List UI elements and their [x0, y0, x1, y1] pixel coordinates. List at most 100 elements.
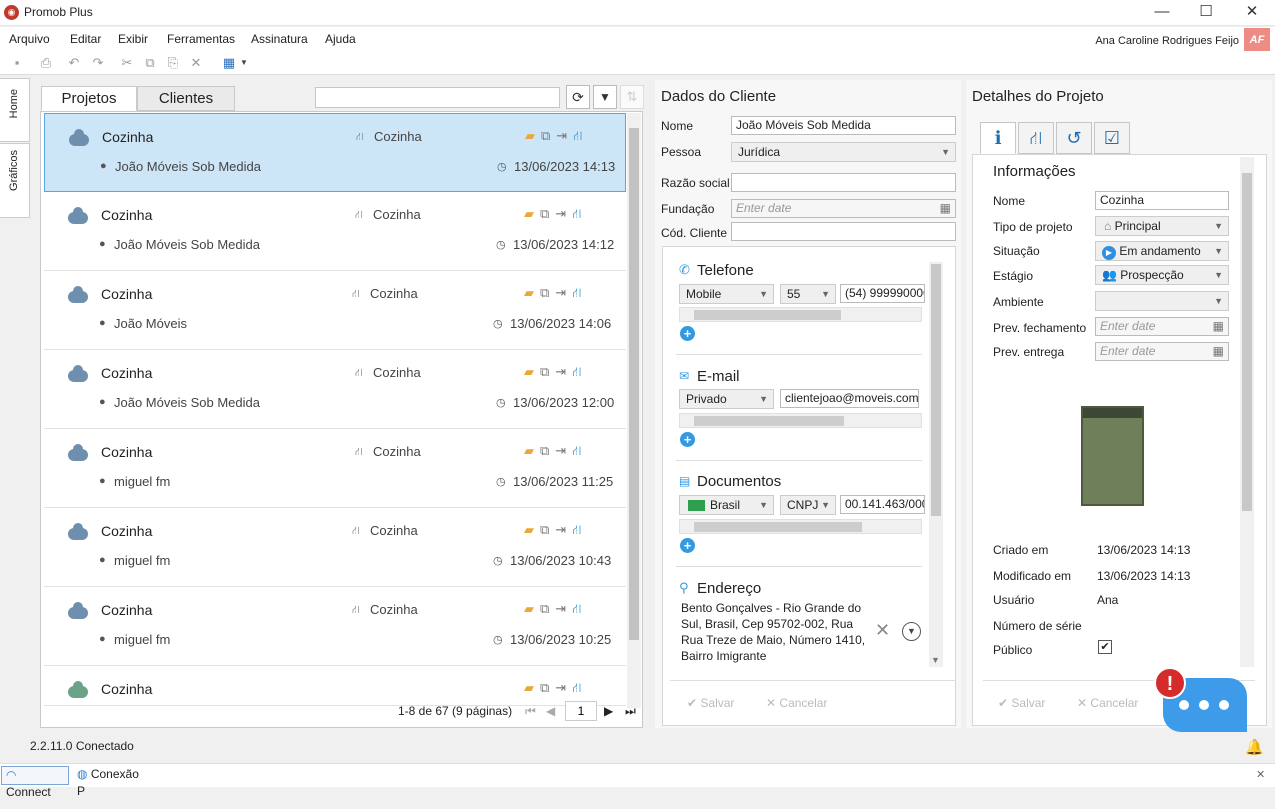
list-item[interactable]: Cozinha ▰⧉⇥⛙ [44, 666, 626, 706]
calendar-icon[interactable]: ▦ [1213, 319, 1224, 334]
copy-icon[interactable]: ⧉ [540, 206, 555, 221]
document-hscroll-thumb[interactable] [694, 522, 862, 532]
client-razao-field[interactable] [731, 173, 956, 192]
client-pessoa-select[interactable]: Jurídica ▼ [731, 142, 956, 162]
email-field[interactable]: clientejoao@moveis.com [780, 389, 919, 408]
close-button[interactable]: ✕ [1229, 0, 1275, 26]
undo-icon[interactable]: ↶ [66, 55, 82, 71]
document-country-select[interactable]: Brasil ▼ [679, 495, 774, 515]
prev-entrega-field[interactable]: Enter date ▦ [1095, 342, 1229, 361]
folder-icon[interactable]: ▰ [524, 285, 540, 300]
tab-info[interactable]: ℹ [980, 122, 1016, 154]
list-item[interactable]: Cozinha ⛙ Cozinha ▰⧉⇥⛙ ● miguel fm ◷ 13/06/2023… [44, 508, 626, 587]
calendar-icon[interactable]: ▦ [1213, 344, 1224, 359]
document-hscroll[interactable] [679, 519, 922, 534]
folder-icon[interactable]: ▰ [524, 680, 540, 695]
folder-icon[interactable]: ▰ [524, 206, 540, 221]
project-stage-select[interactable]: 👥 Prospecção ▼ [1095, 265, 1229, 285]
export-icon[interactable]: ⇥ [555, 285, 572, 300]
sort-button[interactable]: ⇅ [620, 85, 644, 109]
close-panel-icon[interactable]: ✕ [1256, 768, 1265, 781]
bottom-tab-conexao[interactable]: ◍ Conexão P [73, 766, 153, 798]
delete-icon[interactable]: ✕ [188, 55, 204, 71]
tab-projetos[interactable]: Projetos [41, 86, 137, 111]
remove-address-icon[interactable]: ✕ [875, 620, 890, 641]
copy-icon[interactable]: ⧉ [540, 285, 555, 300]
info-scroll-thumb[interactable] [1242, 173, 1252, 511]
next-page-icon[interactable]: ▶ [604, 704, 613, 718]
phone-hscroll[interactable] [679, 307, 922, 322]
layout-icon[interactable]: ▦ [221, 55, 237, 71]
document-number-field[interactable]: 00.141.463/000 [840, 495, 925, 514]
email-hscroll[interactable] [679, 413, 922, 428]
list-item[interactable]: Cozinha ⛙ Cozinha ▰⧉⇥⛙ ● João Móveis Sob Medi… [44, 192, 626, 271]
tab-checklist[interactable]: ☑ [1094, 122, 1130, 154]
project-ambiente-select[interactable]: ▼ [1095, 291, 1229, 311]
expand-address-icon[interactable]: ▼ [902, 622, 921, 641]
maximize-button[interactable]: ☐ [1183, 0, 1229, 26]
client-name-field[interactable]: João Móveis Sob Medida [731, 116, 956, 135]
last-page-icon[interactable]: ⏭ [625, 704, 636, 719]
cut-icon[interactable]: ✂ [119, 55, 135, 71]
list-item[interactable]: Cozinha ⛙ Cozinha ▰⧉⇥⛙ ● miguel fm ◷ 13/06/2023… [44, 587, 626, 666]
share-icon[interactable]: ⛙ [572, 443, 587, 458]
client-fundacao-field[interactable]: Enter date ▦ [731, 199, 956, 218]
list-item[interactable]: Cozinha ⛙ Cozinha ▰⧉⇥⛙ ● João Móveis ◷ 13/06/20… [44, 271, 626, 350]
page-input[interactable] [565, 701, 597, 721]
menu-arquivo[interactable]: Arquivo [9, 32, 50, 46]
copy-icon[interactable]: ⧉ [541, 128, 556, 143]
sidebar-tab-home[interactable]: Home [0, 78, 30, 142]
export-icon[interactable]: ⇥ [555, 601, 572, 616]
copy-icon[interactable]: ⧉ [540, 522, 555, 537]
add-email-button[interactable]: + [680, 432, 695, 447]
folder-icon[interactable]: ▰ [524, 522, 540, 537]
client-cancel-button[interactable]: ✕ Cancelar [766, 696, 827, 710]
add-phone-button[interactable]: + [680, 326, 695, 341]
menu-ajuda[interactable]: Ajuda [325, 32, 356, 46]
first-page-icon[interactable]: ⏮ [525, 704, 536, 719]
share-icon[interactable]: ⛙ [572, 285, 587, 300]
phone-ddi-select[interactable]: 55 ▼ [780, 284, 836, 304]
copy-icon[interactable]: ⧉ [540, 601, 555, 616]
folder-icon[interactable]: ▰ [524, 601, 540, 616]
contacts-scroll-thumb[interactable] [931, 264, 941, 516]
tab-structure[interactable]: ⛙ [1018, 122, 1054, 154]
folder-icon[interactable]: ▰ [524, 364, 540, 379]
list-scroll-thumb[interactable] [629, 128, 639, 640]
print-icon[interactable]: ⎙ [38, 55, 54, 71]
public-checkbox[interactable]: ✔ [1098, 640, 1112, 654]
folder-icon[interactable]: ▰ [524, 443, 540, 458]
search-input[interactable] [315, 87, 560, 108]
export-icon[interactable]: ⇥ [555, 443, 572, 458]
email-hscroll-thumb[interactable] [694, 416, 844, 426]
project-type-select[interactable]: ⌂ Principal ▼ [1095, 216, 1229, 236]
minimize-button[interactable]: — [1139, 0, 1185, 26]
prev-page-icon[interactable]: ◀ [546, 704, 555, 718]
share-icon[interactable]: ⛙ [572, 364, 587, 379]
copy-icon[interactable]: ⧉ [540, 680, 555, 695]
tab-clientes[interactable]: Clientes [137, 86, 235, 111]
copy-icon[interactable]: ⧉ [540, 443, 555, 458]
tab-history[interactable]: ↺ [1056, 122, 1092, 154]
copy-icon[interactable]: ⧉ [540, 364, 555, 379]
menu-ferramentas[interactable]: Ferramentas [167, 32, 235, 46]
export-icon[interactable]: ⇥ [555, 680, 572, 695]
export-icon[interactable]: ⇥ [555, 206, 572, 221]
list-item[interactable]: Cozinha ⛙ Cozinha ▰⧉⇥⛙ ● João Móveis Sob Medi… [44, 350, 626, 429]
project-cancel-button[interactable]: ✕ Cancelar [1077, 696, 1138, 710]
paste-icon[interactable]: ⎘ [165, 55, 181, 71]
project-save-button[interactable]: ✔ Salvar [998, 696, 1045, 710]
share-icon[interactable]: ⛙ [572, 522, 587, 537]
document-type-select[interactable]: CNPJ ▼ [780, 495, 836, 515]
client-cod-field[interactable] [731, 222, 956, 241]
project-name-field[interactable]: Cozinha [1095, 191, 1229, 210]
prev-fechamento-field[interactable]: Enter date ▦ [1095, 317, 1229, 336]
export-icon[interactable]: ⇥ [556, 128, 573, 143]
share-icon[interactable]: ⛙ [572, 206, 587, 221]
chevron-down-icon[interactable]: ▼ [236, 55, 252, 71]
alert-badge-icon[interactable]: ! [1154, 667, 1186, 699]
menu-editar[interactable]: Editar [70, 32, 101, 46]
share-icon[interactable]: ⛙ [573, 128, 588, 143]
filter-button[interactable]: ▼ [593, 85, 617, 109]
share-icon[interactable]: ⛙ [572, 601, 587, 616]
